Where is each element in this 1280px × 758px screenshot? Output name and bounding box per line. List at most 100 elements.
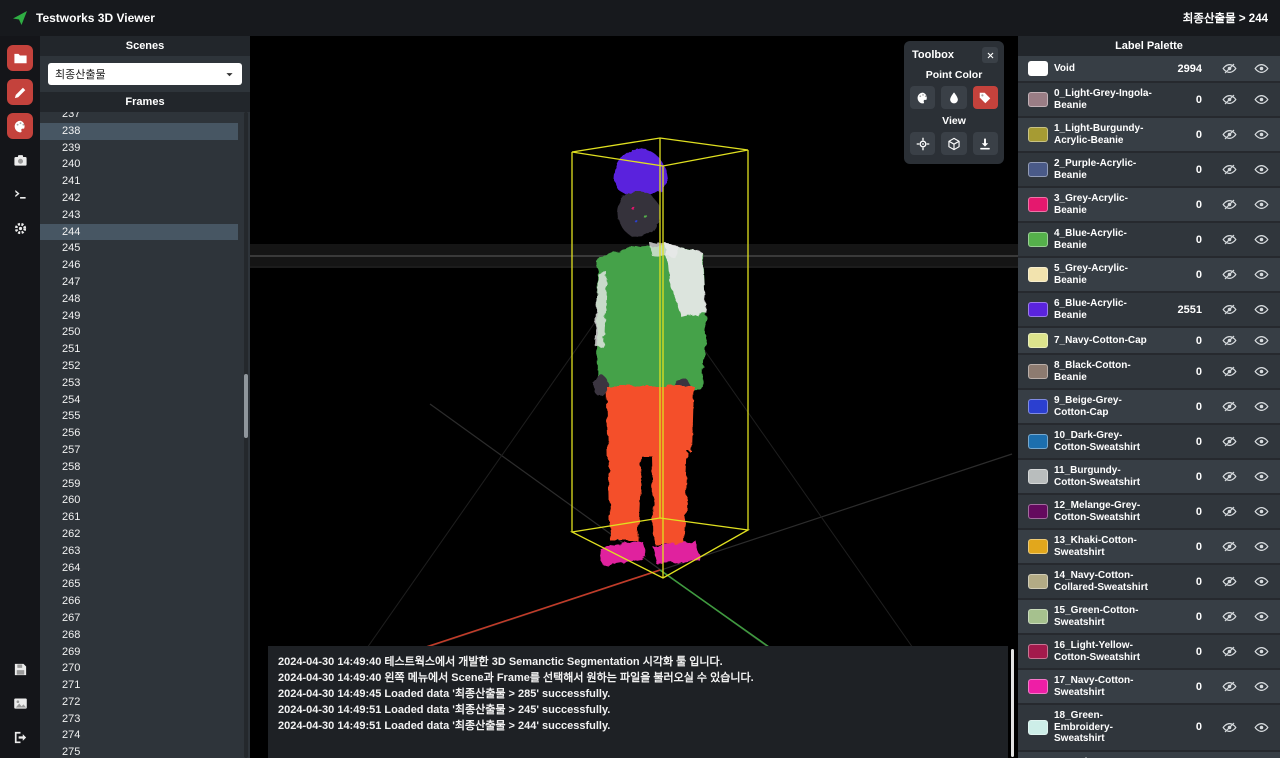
frame-row-273[interactable]: 273: [40, 711, 238, 728]
label-row[interactable]: Void2994: [1018, 56, 1280, 81]
label-row[interactable]: 7_Navy-Cotton-Cap0: [1018, 328, 1280, 353]
eye-icon[interactable]: [1248, 609, 1274, 624]
frame-row-244[interactable]: 244: [40, 224, 238, 241]
eye-off-icon[interactable]: [1216, 127, 1242, 142]
frame-row-264[interactable]: 264: [40, 560, 238, 577]
close-icon[interactable]: [982, 47, 998, 63]
eye-icon[interactable]: [1248, 302, 1274, 317]
eye-off-icon[interactable]: [1216, 197, 1242, 212]
logout-rail-button[interactable]: [7, 724, 33, 750]
eye-icon[interactable]: [1248, 61, 1274, 76]
label-row[interactable]: 3_Grey-Acrylic-Beanie0: [1018, 188, 1280, 221]
eye-icon[interactable]: [1248, 720, 1274, 735]
frame-row-263[interactable]: 263: [40, 543, 238, 560]
label-row[interactable]: 15_Green-Cotton-Sweatshirt0: [1018, 600, 1280, 633]
scene-select[interactable]: 최종산출물: [48, 63, 242, 85]
box-tool-button[interactable]: [941, 132, 966, 155]
eye-off-icon[interactable]: [1216, 162, 1242, 177]
eye-off-icon[interactable]: [1216, 679, 1242, 694]
frame-row-265[interactable]: 265: [40, 576, 238, 593]
eye-off-icon[interactable]: [1216, 267, 1242, 282]
frame-row-252[interactable]: 252: [40, 358, 238, 375]
label-row[interactable]: 2_Purple-Acrylic-Beanie0: [1018, 153, 1280, 186]
folder-rail-button[interactable]: [7, 45, 33, 71]
eye-off-icon[interactable]: [1216, 399, 1242, 414]
eye-off-icon[interactable]: [1216, 504, 1242, 519]
eye-icon[interactable]: [1248, 644, 1274, 659]
eye-icon[interactable]: [1248, 197, 1274, 212]
label-row[interactable]: 8_Black-Cotton-Beanie0: [1018, 355, 1280, 388]
eye-icon[interactable]: [1248, 469, 1274, 484]
label-row[interactable]: 0_Light-Grey-Ingola-Beanie0: [1018, 83, 1280, 116]
frame-row-258[interactable]: 258: [40, 459, 238, 476]
frame-row-242[interactable]: 242: [40, 190, 238, 207]
frame-row-239[interactable]: 239: [40, 140, 238, 157]
frames-scrollbar-thumb[interactable]: [244, 374, 248, 438]
eye-icon[interactable]: [1248, 504, 1274, 519]
frame-row-240[interactable]: 240: [40, 156, 238, 173]
eye-off-icon[interactable]: [1216, 92, 1242, 107]
focus-tool-button[interactable]: [910, 132, 935, 155]
eye-icon[interactable]: [1248, 267, 1274, 282]
label-row[interactable]: 17_Navy-Cotton-Sweatshirt0: [1018, 670, 1280, 703]
frame-row-249[interactable]: 249: [40, 308, 238, 325]
eye-icon[interactable]: [1248, 333, 1274, 348]
labels-panel-scrollbar[interactable]: [1011, 649, 1014, 757]
eye-off-icon[interactable]: [1216, 469, 1242, 484]
eye-icon[interactable]: [1248, 679, 1274, 694]
palette-rail-button[interactable]: [7, 113, 33, 139]
label-row[interactable]: 16_Light-Yellow-Cotton-Sweatshirt0: [1018, 635, 1280, 668]
label-row[interactable]: 11_Burgundy-Cotton-Sweatshirt0: [1018, 460, 1280, 493]
frame-row-246[interactable]: 246: [40, 257, 238, 274]
droplet-tool-button[interactable]: [941, 86, 966, 109]
eye-icon[interactable]: [1248, 127, 1274, 142]
frame-row-266[interactable]: 266: [40, 593, 238, 610]
frame-row-251[interactable]: 251: [40, 341, 238, 358]
tag-tool-button[interactable]: [973, 86, 998, 109]
eye-icon[interactable]: [1248, 162, 1274, 177]
eye-off-icon[interactable]: [1216, 333, 1242, 348]
eye-icon[interactable]: [1248, 364, 1274, 379]
eye-off-icon[interactable]: [1216, 61, 1242, 76]
frame-row-245[interactable]: 245: [40, 240, 238, 257]
frame-row-241[interactable]: 241: [40, 173, 238, 190]
frame-row-271[interactable]: 271: [40, 677, 238, 694]
label-row[interactable]: 19_Melange-Grey-Cotton-Sweatshirt0: [1018, 752, 1280, 758]
frame-row-237[interactable]: 237: [40, 112, 238, 123]
edit-rail-button[interactable]: [7, 79, 33, 105]
frame-row-247[interactable]: 247: [40, 274, 238, 291]
label-row[interactable]: 10_Dark-Grey-Cotton-Sweatshirt0: [1018, 425, 1280, 458]
eye-icon[interactable]: [1248, 92, 1274, 107]
frame-row-261[interactable]: 261: [40, 509, 238, 526]
label-row[interactable]: 4_Blue-Acrylic-Beanie0: [1018, 223, 1280, 256]
eye-icon[interactable]: [1248, 434, 1274, 449]
frame-row-260[interactable]: 260: [40, 492, 238, 509]
label-row[interactable]: 1_Light-Burgundy-Acrylic-Beanie0: [1018, 118, 1280, 151]
frame-row-272[interactable]: 272: [40, 694, 238, 711]
frame-row-262[interactable]: 262: [40, 526, 238, 543]
frame-row-250[interactable]: 250: [40, 324, 238, 341]
eye-off-icon[interactable]: [1216, 232, 1242, 247]
camera-rail-button[interactable]: [7, 147, 33, 173]
frame-row-274[interactable]: 274: [40, 727, 238, 744]
eye-icon[interactable]: [1248, 232, 1274, 247]
eye-off-icon[interactable]: [1216, 609, 1242, 624]
label-row[interactable]: 9_Beige-Grey-Cotton-Cap0: [1018, 390, 1280, 423]
frame-row-267[interactable]: 267: [40, 610, 238, 627]
eye-off-icon[interactable]: [1216, 720, 1242, 735]
eye-off-icon[interactable]: [1216, 644, 1242, 659]
label-row[interactable]: 13_Khaki-Cotton-Sweatshirt0: [1018, 530, 1280, 563]
frame-row-270[interactable]: 270: [40, 660, 238, 677]
frame-row-253[interactable]: 253: [40, 375, 238, 392]
frame-row-243[interactable]: 243: [40, 207, 238, 224]
terminal-rail-button[interactable]: [7, 181, 33, 207]
frame-row-268[interactable]: 268: [40, 627, 238, 644]
frame-row-256[interactable]: 256: [40, 425, 238, 442]
eye-off-icon[interactable]: [1216, 539, 1242, 554]
frame-row-269[interactable]: 269: [40, 644, 238, 661]
eye-icon[interactable]: [1248, 574, 1274, 589]
frame-row-248[interactable]: 248: [40, 291, 238, 308]
settings-rail-button[interactable]: [7, 215, 33, 241]
palette-tool-button[interactable]: [910, 86, 935, 109]
download-tool-button[interactable]: [973, 132, 998, 155]
